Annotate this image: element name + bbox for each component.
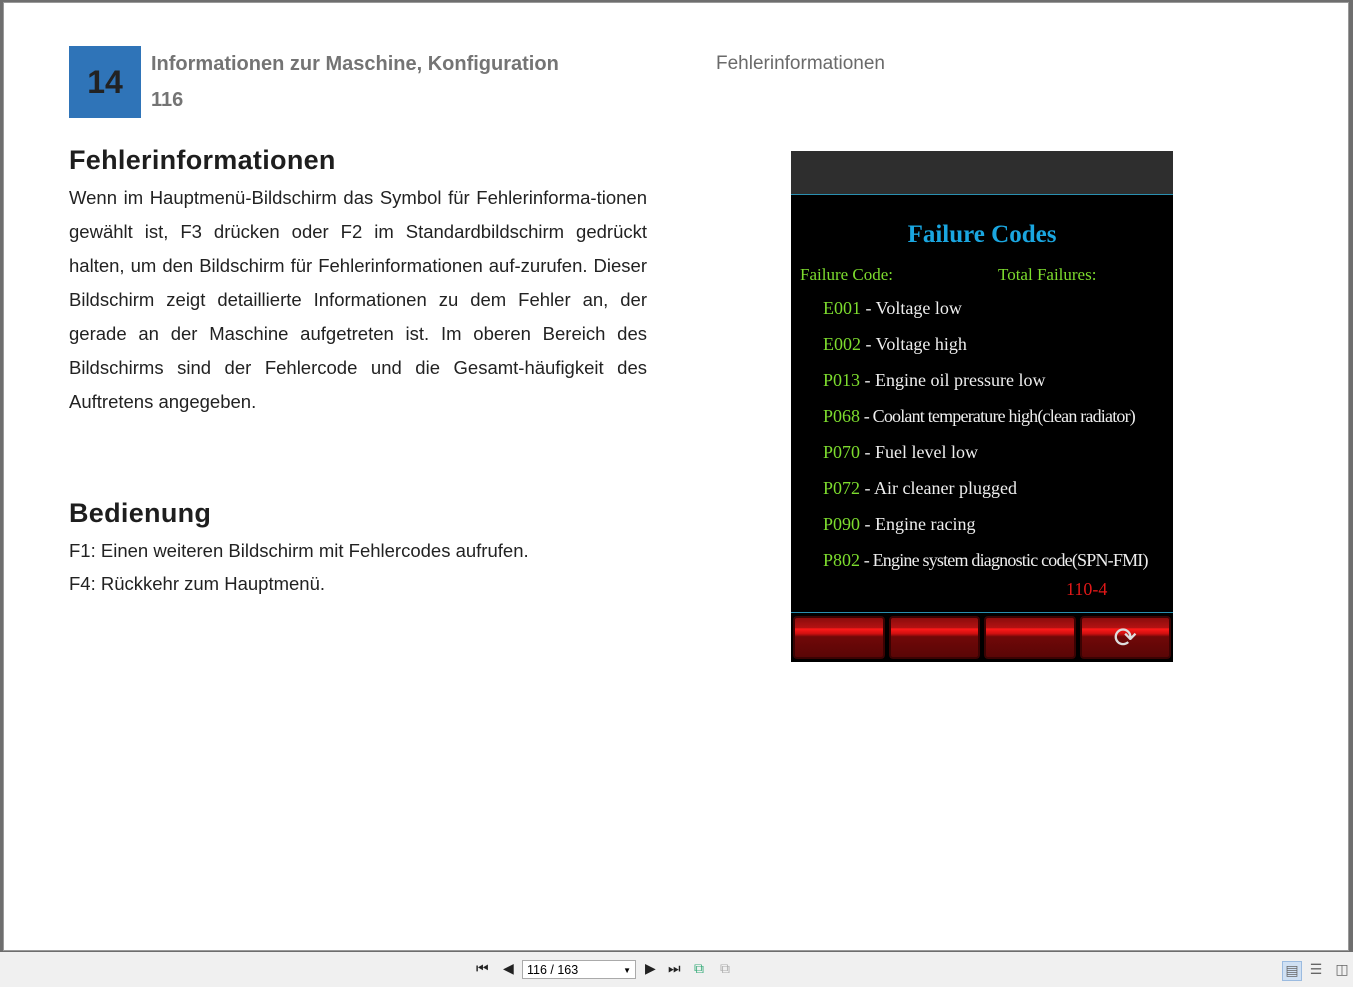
code-row: P013 - Engine oil pressure low [823, 370, 1045, 391]
code: P072 [823, 478, 861, 498]
f1-key [793, 616, 885, 659]
single-page-view-icon[interactable]: ▤ [1282, 961, 1302, 981]
code-row: E002 - Voltage high [823, 334, 967, 355]
section-heading-fehlerinformationen: Fehlerinformationen [69, 145, 336, 175]
code-desc: - Engine system diagnostic code(SPN-FMI) [860, 550, 1149, 570]
spn-fmi-value: 110-4 [1066, 579, 1108, 599]
running-header: Fehlerinformationen [716, 53, 885, 74]
go-back-view-icon[interactable]: ⧉ [694, 960, 704, 977]
code-row: P070 - Fuel level low [823, 442, 978, 463]
facing-pages-view-icon[interactable]: ◫ [1333, 961, 1351, 979]
section-body: Wenn im Hauptmenü-Bildschirm das Symbol … [69, 187, 647, 412]
total-failures-label: Total Failures: [998, 265, 1097, 284]
code-desc: - Engine racing [860, 514, 976, 534]
code-row: P802 - Engine system diagnostic code(SPN… [823, 550, 1148, 571]
chevron-down-icon: ▼ [623, 966, 631, 975]
operation-line-f4: F4: Rückkehr zum Hauptmenü. [69, 573, 326, 594]
code-row: P072 - Air cleaner plugged [823, 478, 1017, 499]
screen-title: Failure Codes [907, 221, 1057, 248]
code-row: E001 - Voltage low [823, 298, 962, 319]
code-row: P090 - Engine racing [823, 514, 975, 535]
previous-page-icon[interactable]: ◀ [503, 960, 514, 977]
f3-key [984, 616, 1076, 659]
last-page-icon[interactable]: ⏭ [668, 960, 681, 977]
refresh-icon: ⟳ [1113, 622, 1137, 654]
code: E002 [823, 334, 861, 354]
f2-key [888, 616, 980, 659]
code-row: P068 - Coolant temperature high(clean ra… [823, 406, 1136, 427]
failure-codes-screen-image: Failure Codes Failure Code: Total Failur… [791, 151, 1173, 662]
page-indicator: 116 / 163 [527, 963, 579, 977]
code-desc: - Engine oil pressure low [860, 370, 1046, 390]
chapter-title: Informationen zur Maschine, Konfiguratio… [151, 53, 559, 75]
failure-code-label: Failure Code: [800, 265, 894, 284]
page-number: 116 [151, 89, 184, 111]
code: P090 [823, 514, 861, 534]
next-page-icon[interactable]: ▶ [645, 960, 656, 977]
chapter-number-badge: 14 [69, 46, 141, 118]
code-desc: - Fuel level low [860, 442, 978, 462]
first-page-icon[interactable]: ⏮ [476, 960, 489, 977]
code: P068 [823, 406, 861, 426]
continuous-view-icon[interactable]: ☰ [1307, 961, 1325, 979]
go-forward-view-icon[interactable]: ⧉ [720, 960, 730, 977]
code: P013 [823, 370, 861, 390]
screen-top-bar [791, 151, 1173, 195]
code-desc: - Voltage high [861, 334, 967, 354]
section-heading-bedienung: Bedienung [69, 498, 212, 528]
function-keys: ⟳ [791, 612, 1173, 662]
code: P802 [823, 550, 861, 570]
document-page: 14 Informationen zur Maschine, Konfigura… [3, 2, 1349, 951]
f4-key: ⟳ [1079, 616, 1171, 659]
viewer-toolbar: ⏮ ◀ 116 / 163 ▼ ▶ ⏭ ⧉ ⧉ ▤ ☰ ◫ [0, 952, 1353, 987]
code-desc: - Coolant temperature high(clean radiato… [860, 406, 1136, 426]
code-desc: - Air cleaner plugged [860, 478, 1017, 498]
operation-line-f1: F1: Einen weiteren Bildschirm mit Fehler… [69, 540, 529, 561]
code: P070 [823, 442, 861, 462]
code-desc: - Voltage low [861, 298, 962, 318]
code: E001 [823, 298, 861, 318]
page-selector[interactable]: 116 / 163 ▼ [522, 960, 636, 979]
